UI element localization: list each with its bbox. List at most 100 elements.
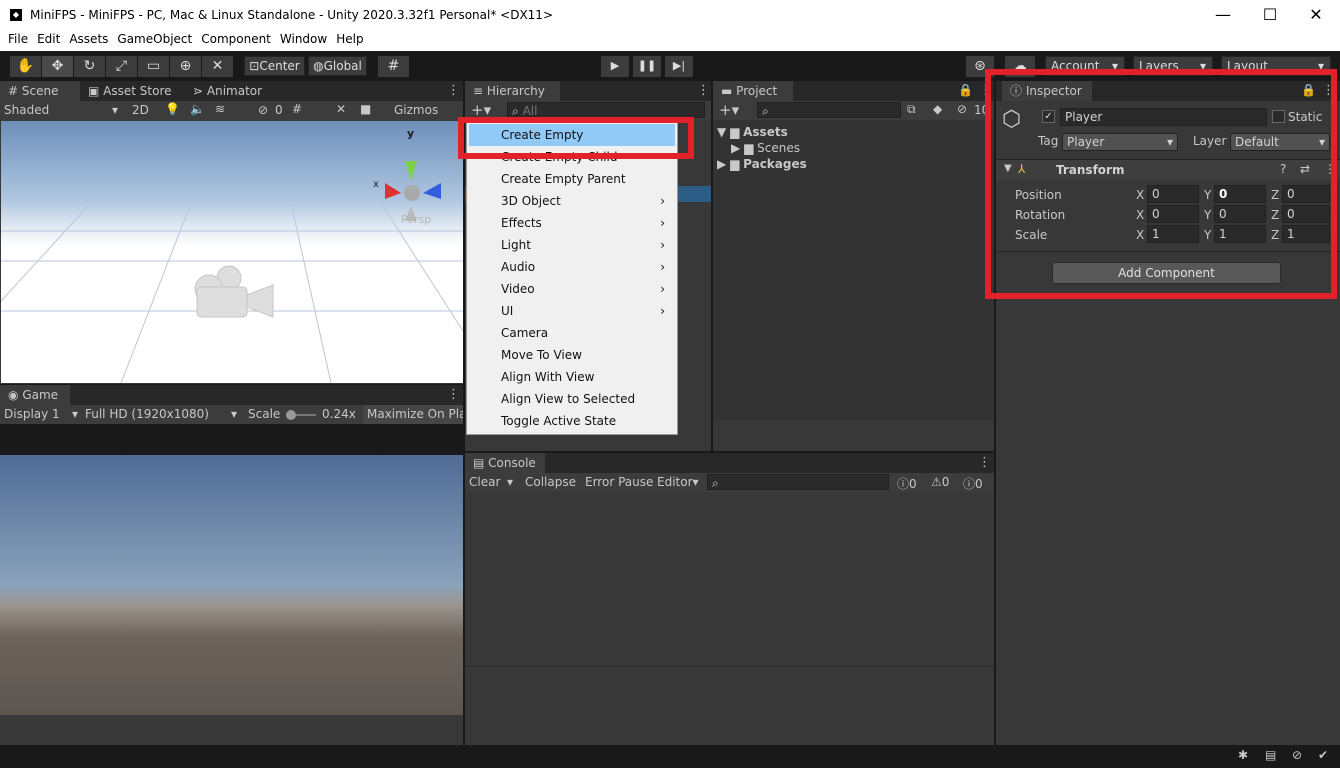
display-dropdown[interactable]: Display 1 ▾ [4,407,80,421]
camera-icon[interactable]: ■ [360,102,371,116]
game-viewport[interactable] [0,455,463,715]
bug-icon[interactable]: ✱ [1238,748,1248,762]
folder-icon: ▬ [721,84,733,98]
transform-tool-icon[interactable]: ⊕ [170,56,201,77]
hierarchy-menu-icon[interactable]: ⋮ [697,83,710,98]
menu-item[interactable]: Move To View [467,344,677,366]
error-pause-button[interactable]: Error Pause [585,475,653,489]
menu-item[interactable]: UI › [467,300,677,322]
menu-item[interactable]: Align With View [467,366,677,388]
grid-snap-icon[interactable]: # [378,56,409,77]
scale-label: Scale [248,407,281,421]
custom-tool-icon[interactable]: ✕ [202,56,233,77]
gizmos-dropdown[interactable]: Gizmos [394,103,438,117]
persp-label[interactable]: Persp [401,213,431,226]
menu-item[interactable]: Video › [467,278,677,300]
play-button-icon[interactable]: ▶ [601,56,629,77]
filter-type-icon[interactable]: ⧉ [907,102,916,117]
lighting-icon[interactable]: 💡 [165,102,180,116]
lock-icon[interactable]: 🔒 [958,83,973,97]
clear-button[interactable]: Clear [469,475,500,489]
tab-asset-store[interactable]: ▣ Asset Store [80,81,185,101]
tab-hierarchy[interactable]: ≡ Hierarchy [465,81,560,101]
cache-icon[interactable]: ▤ [1265,748,1276,762]
project-create-button[interactable]: +▾ [719,101,739,119]
hand-tool-icon[interactable]: ✋ [10,56,41,77]
audio-icon[interactable]: 🔈 [190,102,205,116]
tree-item-scenes[interactable]: ▶ ▆ Scenes [731,141,800,155]
scene-menu-icon[interactable]: ⋮ [447,83,460,98]
step-button-icon[interactable]: ▶| [665,56,693,77]
tree-item-assets[interactable]: ▼ ▆ Assets [717,125,788,139]
menu-item[interactable]: Audio › [467,256,677,278]
animator-icon: ⋗ [193,84,204,98]
minimize-button[interactable]: — [1200,4,1246,26]
menu-item[interactable]: 3D Object › [467,190,677,212]
error-toggle[interactable]: ⓘ0 [963,475,983,492]
effects-icon[interactable]: ≋ [215,102,225,116]
toggle-2d[interactable]: 2D [132,103,149,117]
menu-item-label: Create Empty Parent [501,172,626,186]
pause-button-icon[interactable]: ❚❚ [633,56,661,77]
rotate-tool-icon[interactable]: ↻ [74,56,105,77]
progress-check-icon[interactable]: ✔ [1318,748,1328,762]
hidden-objects-icon[interactable]: ⊘ [258,103,268,117]
menu-window[interactable]: Window [277,30,330,46]
maximize-on-play-toggle[interactable]: Maximize On Play [363,405,463,424]
tab-console-label: Console [488,456,536,470]
scene-viewport[interactable]: y x Persp [1,121,463,383]
warning-toggle[interactable]: ⚠0 [931,475,949,489]
camera-gizmo-icon [194,265,274,318]
shading-dropdown[interactable]: Shaded ▾ [4,103,120,117]
tree-item-packages[interactable]: ▶ ▆ Packages [717,157,807,171]
log-toggle[interactable]: ⓘ0 [897,475,917,492]
tools-icon[interactable]: ✕ [336,102,346,116]
menu-assets[interactable]: Assets [66,30,111,46]
menu-edit[interactable]: Edit [34,30,63,46]
menu-item[interactable]: Effects › [467,212,677,234]
resolution-dropdown[interactable]: Full HD (1920x1080) ▾ [85,407,239,421]
tab-animator[interactable]: ⋗ Animator [185,81,275,101]
tab-animator-label: Animator [206,84,263,98]
hidden-packages-icon[interactable]: ⊘ [957,102,967,116]
game-menu-icon[interactable]: ⋮ [447,387,460,402]
scale-tool-icon[interactable]: ⤢ [106,56,137,77]
console-search-input[interactable]: ⌕ [707,474,889,490]
menu-gameobject[interactable]: GameObject [114,30,195,46]
scene-toolbar: Shaded ▾ 2D 💡 🔈 ≋ ⊘ 0 # ✕ ■ Gizmos [0,101,463,120]
project-search-input[interactable]: ⌕ [757,102,901,118]
editor-dropdown[interactable]: Editor▾ [657,475,699,489]
menu-file[interactable]: File [5,30,31,46]
filter-label-icon[interactable]: ◆ [933,102,942,116]
menu-item[interactable]: Toggle Active State [467,410,677,432]
chevron-right-icon: › [660,194,665,208]
hierarchy-search-input[interactable]: ⌕ All [507,102,705,118]
tab-console[interactable]: ▤ Console [465,453,545,473]
tab-scene[interactable]: # Scene [0,81,80,101]
error-count: 0 [975,477,983,491]
search-icon: ⌕ [712,476,719,490]
rect-tool-icon[interactable]: ▭ [138,56,169,77]
maximize-button[interactable]: ☐ [1247,4,1293,26]
move-tool-icon[interactable]: ✥ [42,56,73,77]
menu-component[interactable]: Component [198,30,274,46]
tab-game[interactable]: ◉ Game [0,385,70,405]
menu-item[interactable]: Light › [467,234,677,256]
pivot-toggle[interactable]: ⊡Center [244,56,305,76]
hidden-count: 0 [275,103,283,117]
lighting-status-icon[interactable]: ⊘ [1292,748,1302,762]
menu-help[interactable]: Help [333,30,366,46]
menu-item[interactable]: Create Empty Parent [467,168,677,190]
space-toggle[interactable]: ◍Global [308,56,367,76]
collapse-button[interactable]: Collapse [525,475,576,489]
scale-slider-handle[interactable] [286,410,296,420]
menu-item[interactable]: Align View to Selected [467,388,677,410]
clear-options-icon[interactable]: ▾ [507,475,513,489]
grid-icon[interactable]: # [292,102,302,116]
menu-item[interactable]: Camera [467,322,677,344]
tab-project[interactable]: ▬ Project [713,81,793,101]
chevron-down-icon: ▾ [111,103,118,117]
close-button[interactable]: ✕ [1293,4,1339,26]
console-menu-icon[interactable]: ⋮ [978,455,991,470]
menu-item-label: Audio [501,260,536,274]
